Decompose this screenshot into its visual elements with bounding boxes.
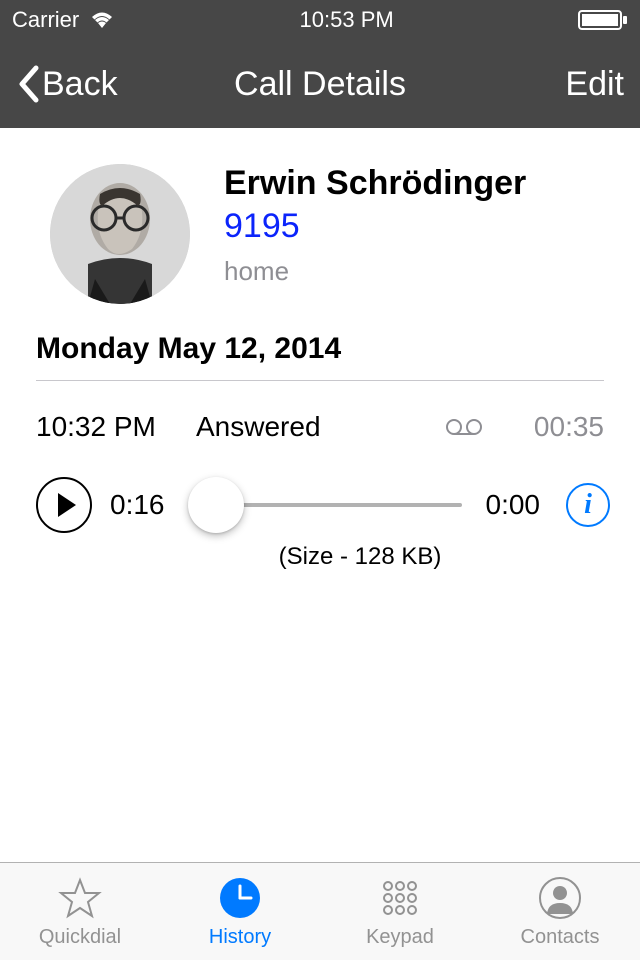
- avatar: [50, 164, 190, 304]
- file-size-label: (Size - 128 KB): [0, 537, 640, 571]
- tab-keypad[interactable]: Keypad: [320, 863, 480, 960]
- chevron-left-icon: [16, 64, 40, 104]
- keypad-icon: [378, 874, 422, 922]
- slider-thumb[interactable]: [188, 477, 244, 533]
- tab-label: Contacts: [521, 926, 600, 949]
- nav-bar: Back Call Details Edit: [0, 40, 640, 128]
- clock-icon: [218, 874, 262, 922]
- tab-label: History: [209, 926, 271, 949]
- call-duration: 00:35: [504, 411, 604, 443]
- info-button[interactable]: i: [566, 483, 610, 527]
- tab-history[interactable]: History: [160, 863, 320, 960]
- tab-label: Keypad: [366, 926, 434, 949]
- date-heading: Monday May 12, 2014: [36, 332, 604, 381]
- edit-button[interactable]: Edit: [565, 65, 624, 104]
- elapsed-time: 0:16: [110, 489, 170, 521]
- remaining-time: 0:00: [480, 489, 540, 521]
- voicemail-icon: [444, 417, 484, 437]
- play-button[interactable]: [36, 477, 92, 533]
- person-icon: [538, 874, 582, 922]
- call-row: 10:32 PM Answered 00:35: [0, 395, 640, 449]
- tab-quickdial[interactable]: Quickdial: [0, 863, 160, 960]
- back-button[interactable]: Back: [16, 64, 118, 104]
- contact-name: Erwin Schrödinger: [224, 164, 526, 203]
- contact-number[interactable]: 9195: [224, 207, 526, 246]
- star-icon: [58, 874, 102, 922]
- contact-row: Erwin Schrödinger 9195 home: [0, 148, 640, 332]
- audio-player: 0:16 0:00 i: [0, 449, 640, 537]
- call-time: 10:32 PM: [36, 411, 186, 443]
- back-label: Back: [42, 65, 118, 104]
- contact-type-label: home: [224, 256, 526, 287]
- status-time: 10:53 PM: [300, 7, 394, 33]
- battery-icon: [578, 10, 628, 30]
- page-title: Call Details: [234, 65, 406, 104]
- carrier-label: Carrier: [12, 7, 79, 33]
- status-bar: Carrier 10:53 PM: [0, 0, 640, 40]
- playback-slider[interactable]: [188, 477, 462, 533]
- call-status: Answered: [186, 411, 424, 443]
- tab-label: Quickdial: [39, 926, 121, 949]
- play-icon: [58, 493, 76, 517]
- wifi-icon: [89, 10, 115, 30]
- tab-bar: Quickdial History Keypad Contac: [0, 862, 640, 960]
- tab-contacts[interactable]: Contacts: [480, 863, 640, 960]
- content: Erwin Schrödinger 9195 home Monday May 1…: [0, 128, 640, 571]
